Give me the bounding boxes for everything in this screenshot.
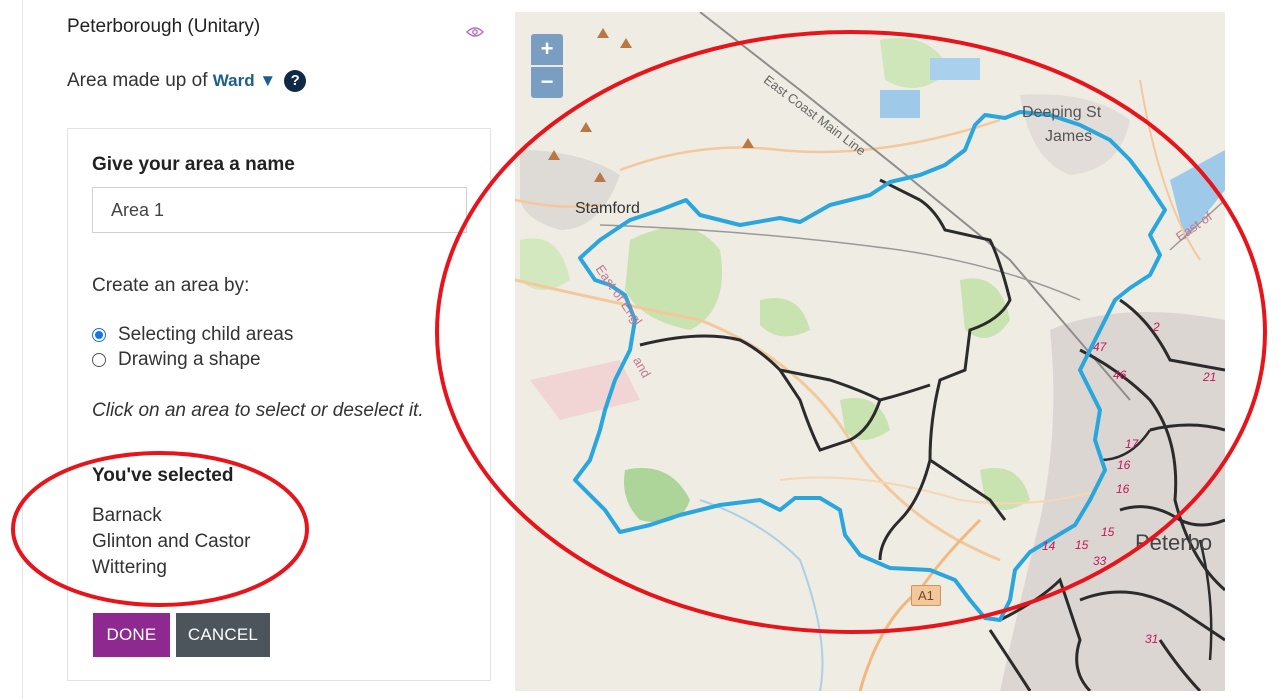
ward-number: 47 bbox=[1093, 340, 1107, 354]
chevron-down-icon: ▼ bbox=[259, 71, 277, 91]
ward-number: 14 bbox=[1042, 539, 1056, 553]
ward-number: 33 bbox=[1093, 554, 1107, 568]
option-selecting-child-areas[interactable]: Selecting child areas bbox=[92, 324, 293, 346]
made-up-prefix: Area made up of bbox=[67, 70, 213, 92]
ward-number: 17 bbox=[1125, 437, 1139, 451]
ward-number: 15 bbox=[1101, 525, 1115, 539]
map[interactable]: Stamford Deeping St James Peterbo A1 Eas… bbox=[515, 12, 1225, 691]
zoom-control: + − bbox=[531, 34, 563, 98]
list-item: Glinton and Castor bbox=[92, 531, 251, 552]
option-label: Selecting child areas bbox=[118, 324, 294, 345]
place-label-deeping-2: James bbox=[1045, 128, 1093, 145]
option-label: Drawing a shape bbox=[118, 349, 261, 370]
list-item: Wittering bbox=[92, 557, 167, 578]
map-canvas[interactable] bbox=[515, 12, 1225, 691]
zoom-out-button[interactable]: − bbox=[531, 67, 563, 98]
area-name-input[interactable] bbox=[92, 187, 467, 233]
ward-number: 16 bbox=[1117, 458, 1131, 472]
ward-number: 16 bbox=[1116, 482, 1130, 496]
eye-icon[interactable] bbox=[466, 26, 484, 38]
area-form-card: Give your area a name Create an area by:… bbox=[67, 128, 491, 681]
ward-type-dropdown[interactable]: Ward ▼ bbox=[213, 71, 276, 90]
radio-drawing-shape[interactable] bbox=[92, 353, 106, 367]
ward-number: 15 bbox=[1075, 538, 1089, 552]
area-made-up-of: Area made up of Ward ▼? bbox=[67, 70, 307, 92]
selected-heading: You've selected bbox=[92, 465, 234, 486]
selected-list: Barnack Glinton and Castor Wittering bbox=[92, 503, 250, 581]
ward-number: 46 bbox=[1113, 368, 1127, 382]
road-label-a1: A1 bbox=[911, 585, 941, 606]
list-item: Barnack bbox=[92, 505, 162, 526]
place-label-stamford: Stamford bbox=[575, 200, 640, 217]
place-label-peterborough: Peterbo bbox=[1135, 530, 1213, 555]
help-icon[interactable]: ? bbox=[284, 70, 307, 92]
left-divider bbox=[22, 0, 23, 699]
done-button[interactable]: DONE bbox=[93, 613, 170, 657]
option-drawing-shape[interactable]: Drawing a shape bbox=[92, 349, 261, 371]
radio-selecting-child-areas[interactable] bbox=[92, 328, 106, 342]
zoom-in-button[interactable]: + bbox=[531, 34, 563, 65]
ward-number: 21 bbox=[1203, 370, 1217, 384]
ward-number: 2 bbox=[1153, 320, 1160, 334]
place-label-deeping: Deeping St bbox=[1022, 104, 1102, 121]
area-title: Peterborough (Unitary) bbox=[67, 16, 261, 37]
create-by-label: Create an area by: bbox=[92, 275, 250, 296]
select-instruction: Click on an area to select or deselect i… bbox=[92, 400, 424, 421]
cancel-button[interactable]: CANCEL bbox=[176, 613, 270, 657]
name-heading: Give your area a name bbox=[92, 154, 295, 175]
ward-type-label: Ward bbox=[212, 71, 255, 91]
ward-number: 31 bbox=[1145, 632, 1159, 646]
